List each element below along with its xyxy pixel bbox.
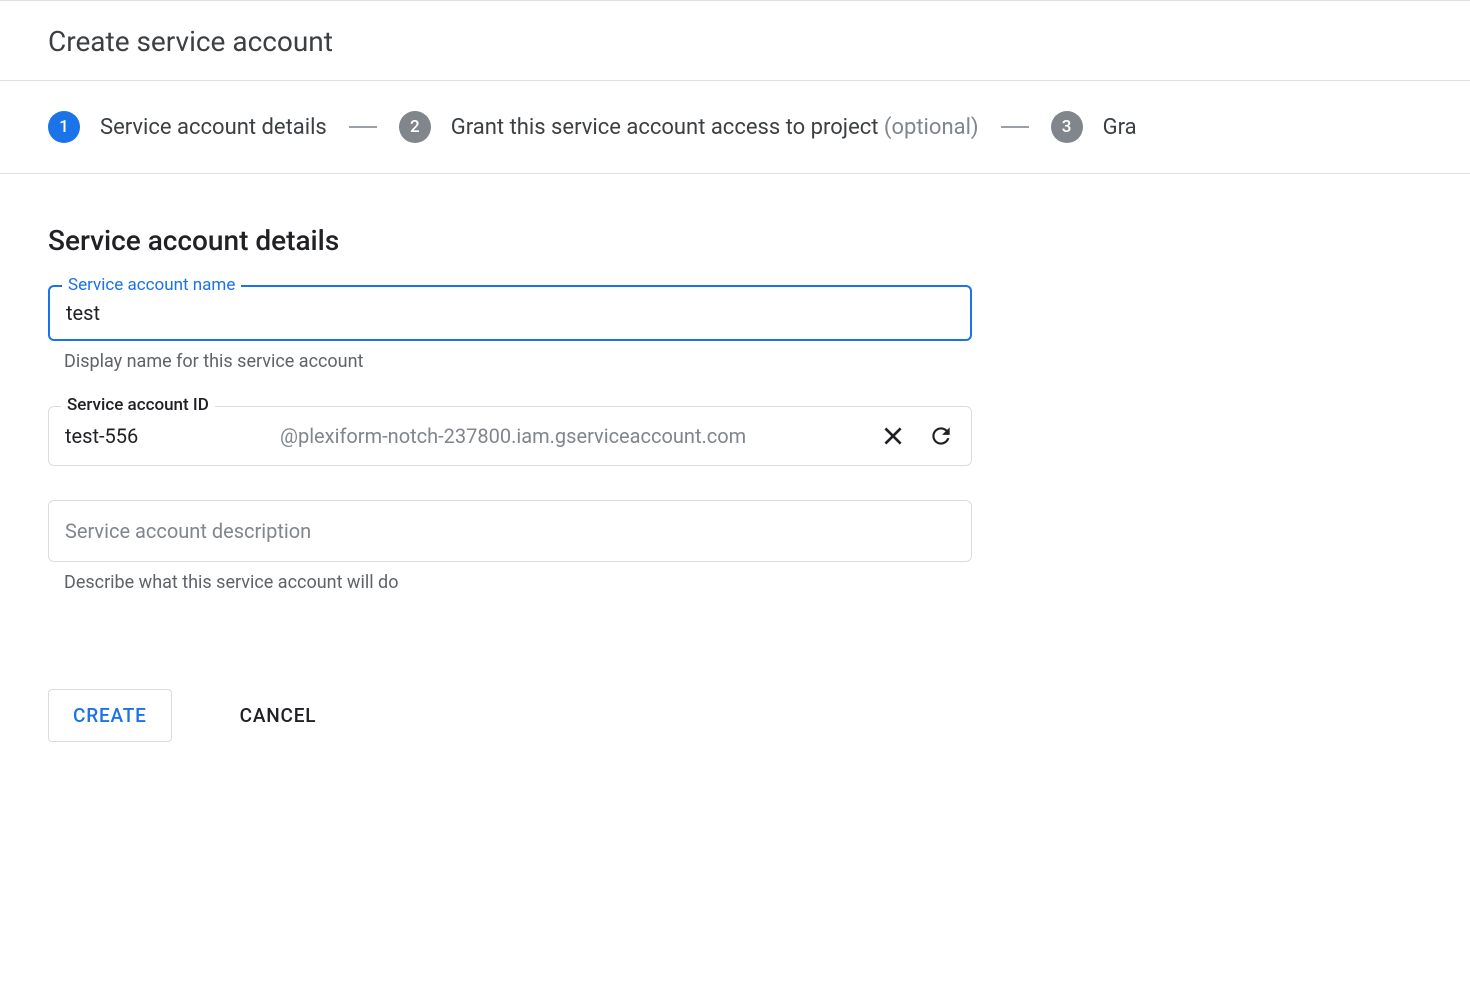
step-2-optional: (optional) — [884, 115, 979, 140]
page-title: Create service account — [48, 25, 1422, 58]
name-field-label: Service account name — [62, 275, 241, 295]
refresh-icon[interactable] — [927, 422, 955, 450]
form-section: Service account details Service account … — [0, 174, 1020, 782]
id-field-wrapper: Service account ID @plexiform-notch-2378… — [48, 406, 972, 466]
step-connector — [1001, 126, 1029, 128]
id-field-container[interactable]: Service account ID @plexiform-notch-2378… — [48, 406, 972, 466]
service-account-description-input[interactable] — [65, 519, 955, 543]
step-2-circle: 2 — [399, 111, 431, 143]
stepper: 1 Service account details 2 Grant this s… — [0, 81, 1470, 174]
step-connector — [349, 126, 377, 128]
create-button[interactable]: CREATE — [48, 689, 172, 742]
button-row: CREATE CANCEL — [48, 689, 972, 742]
step-2[interactable]: 2 Grant this service account access to p… — [399, 111, 979, 143]
step-2-label: Grant this service account access to pro… — [451, 115, 979, 140]
description-field-wrapper: Describe what this service account will … — [48, 500, 972, 593]
service-account-name-input[interactable] — [66, 301, 954, 325]
name-field-container[interactable]: Service account name — [48, 285, 972, 341]
name-field-wrapper: Service account name Display name for th… — [48, 285, 972, 372]
description-field-helper: Describe what this service account will … — [48, 572, 972, 593]
section-heading: Service account details — [48, 224, 972, 257]
page-header: Create service account — [0, 0, 1470, 81]
service-account-id-input[interactable] — [65, 424, 280, 448]
step-1-circle: 1 — [48, 111, 80, 143]
id-field-label: Service account ID — [61, 395, 215, 415]
id-field-suffix: @plexiform-notch-237800.iam.gserviceacco… — [280, 424, 879, 448]
cancel-button[interactable]: CANCEL — [216, 690, 341, 741]
step-3-label: Gra — [1103, 115, 1137, 140]
step-1-label: Service account details — [100, 115, 327, 140]
step-3-circle: 3 — [1051, 111, 1083, 143]
clear-icon[interactable] — [879, 422, 907, 450]
description-field-container[interactable] — [48, 500, 972, 562]
id-field-actions — [879, 422, 955, 450]
step-1[interactable]: 1 Service account details — [48, 111, 327, 143]
name-field-helper: Display name for this service account — [48, 351, 972, 372]
step-2-label-text: Grant this service account access to pro… — [451, 115, 879, 140]
step-3[interactable]: 3 Gra — [1051, 111, 1137, 143]
